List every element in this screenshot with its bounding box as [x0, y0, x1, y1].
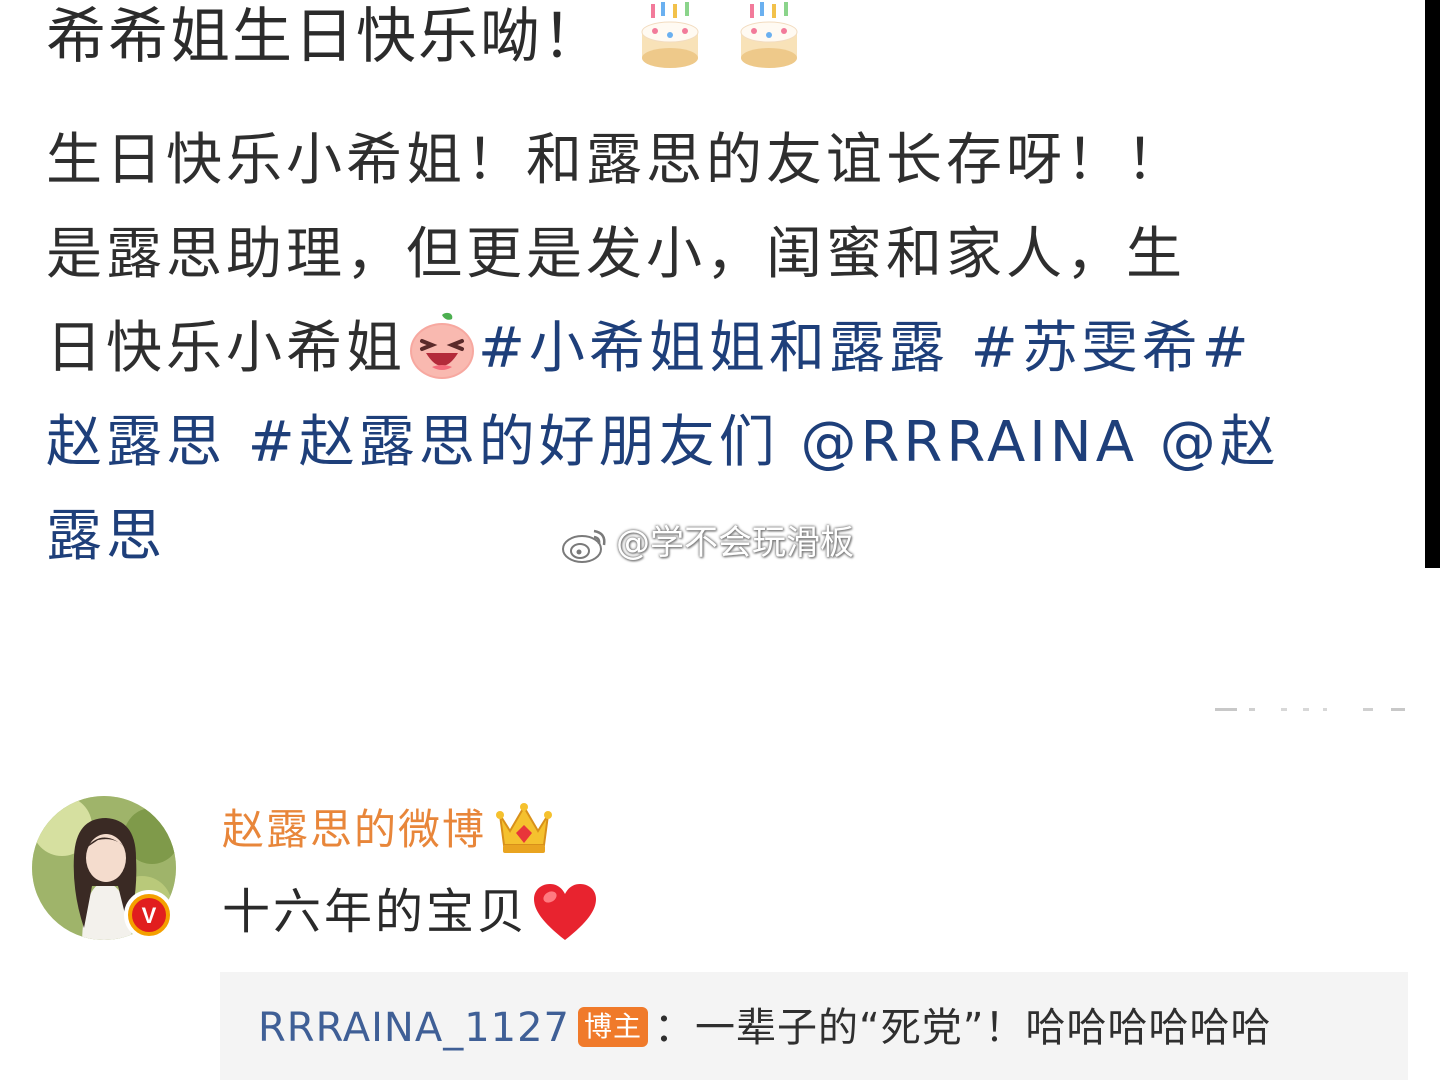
laughing-peach-icon: [410, 312, 474, 379]
author-badge: 博主: [578, 1007, 649, 1047]
watermark: @学不会玩滑板: [560, 516, 854, 570]
watermark-text: @学不会玩滑板: [616, 523, 854, 563]
post-line-2: 是露思助理，但更是发小，闺蜜和家人，生: [46, 222, 1186, 287]
cake-icon: [740, 2, 798, 68]
comment-username[interactable]: 赵露思的微博: [222, 800, 554, 860]
divider-dots: [1215, 708, 1405, 711]
screenshot-page: 希希姐生日快乐呦！ 生日快乐小希姐！和露思的友谊长存呀！！ 是露思助理，但更是发…: [0, 0, 1440, 1080]
reply-separator: ：: [654, 1005, 696, 1051]
post-title-text: 希希姐生日快乐呦！: [46, 2, 604, 72]
post-title: 希希姐生日快乐呦！: [46, 0, 802, 80]
crown-icon: [496, 802, 553, 853]
post-line-3-text: 日快乐小希姐: [46, 316, 406, 381]
hashtag-links[interactable]: #小希姐姐和露露 #苏雯希#: [478, 316, 1253, 381]
reply-box[interactable]: RRRAINA_1127 博主 ：一辈子的“死党”！哈哈哈哈哈哈: [220, 972, 1408, 1080]
comment-username-text[interactable]: 赵露思的微博: [222, 805, 486, 854]
cake-icon: [641, 2, 699, 68]
reply-content: 一辈子的“死党”！哈哈哈哈哈哈: [695, 1005, 1272, 1051]
post-body: 生日快乐小希姐！和露思的友谊长存呀！！ 是露思助理，但更是发小，闺蜜和家人，生 …: [46, 114, 1346, 584]
post-line-3: 日快乐小希姐 #小希姐姐和露露 #苏雯希#: [46, 302, 1346, 396]
verified-v-icon: V: [124, 890, 174, 940]
post-line-4-links[interactable]: 赵露思 #赵露思的好朋友们 @RRRAINA @赵: [46, 396, 1346, 490]
reply-username[interactable]: RRRAINA_1127: [258, 1005, 570, 1051]
red-heart-icon: [534, 884, 597, 940]
comment-text: 十六年的宝贝: [222, 880, 598, 944]
weibo-logo-icon: [562, 529, 606, 563]
post-line-1: 生日快乐小希姐！和露思的友谊长存呀！！: [46, 128, 1186, 193]
edge-bar: [1425, 0, 1440, 568]
comment-item: V 赵露思的微博 十六年的宝贝 RRRAINA_1127 博主 ：一辈子的“死党”！…: [0, 790, 1440, 1080]
reply-text: RRRAINA_1127 博主 ：一辈子的“死党”！哈哈哈哈哈哈: [258, 998, 1271, 1058]
svg-text:V: V: [142, 903, 157, 928]
comment-text-content: 十六年的宝贝: [222, 884, 529, 940]
